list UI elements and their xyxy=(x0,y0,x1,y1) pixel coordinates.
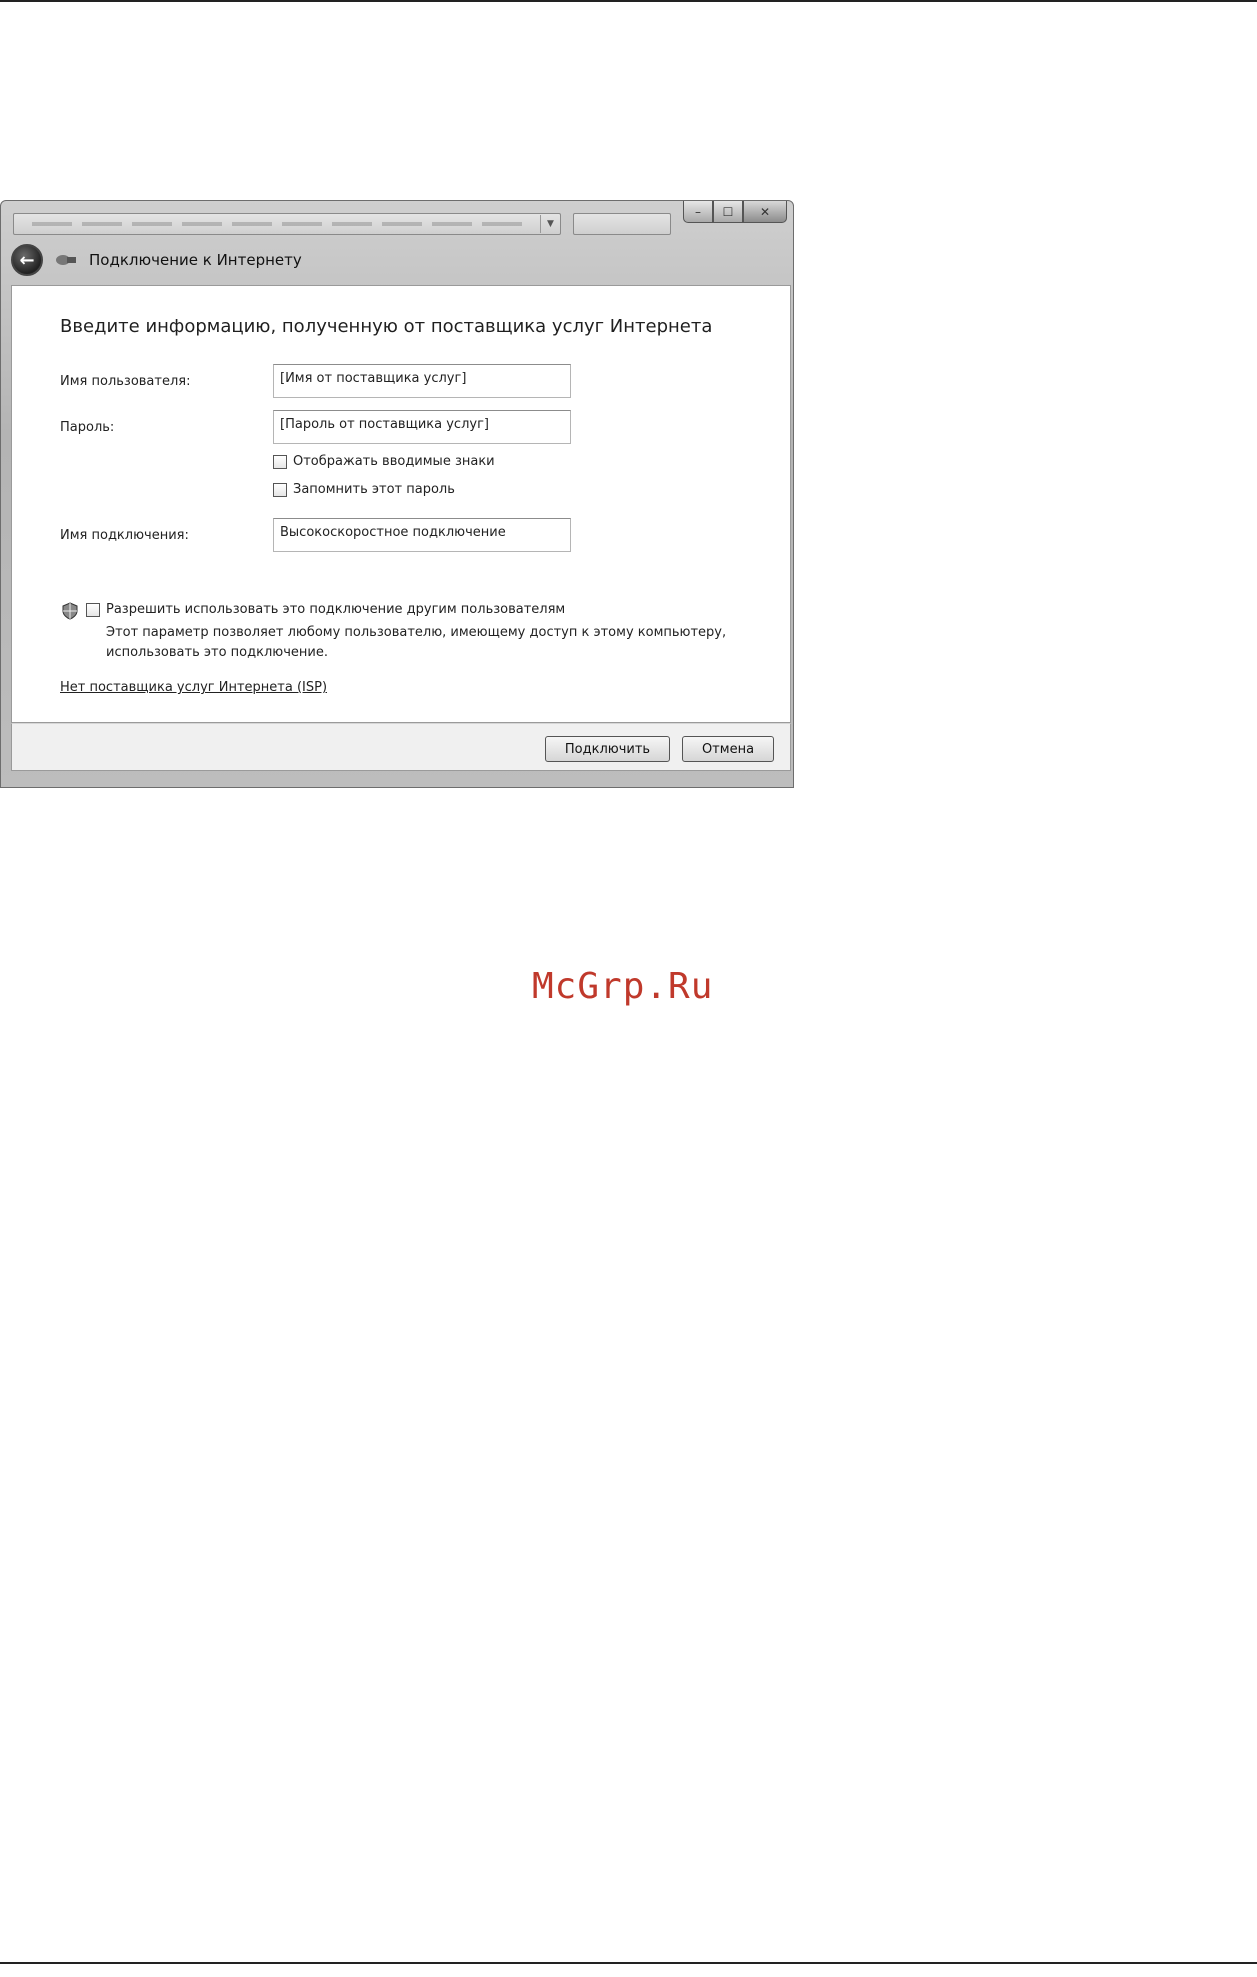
address-bar[interactable]: ▼ xyxy=(13,213,561,235)
username-label: Имя пользователя: xyxy=(60,374,191,389)
close-button[interactable]: ✕ xyxy=(743,201,787,223)
chevron-down-icon[interactable]: ▼ xyxy=(540,215,560,233)
remember-password-checkbox-row[interactable]: Запомнить этот пароль xyxy=(273,482,455,497)
remember-password-checkbox[interactable] xyxy=(273,482,287,497)
back-arrow-icon: ← xyxy=(19,249,35,271)
no-isp-link[interactable]: Нет поставщика услуг Интернета (ISP) xyxy=(60,680,327,695)
allow-others-text: Разрешить использовать это подключение д… xyxy=(106,602,746,663)
search-input[interactable] xyxy=(573,213,671,235)
username-field[interactable]: [Имя от поставщика услуг] xyxy=(273,364,571,398)
cancel-button[interactable]: Отмена xyxy=(682,736,774,762)
bottom-rule xyxy=(0,1962,1257,1964)
nav-row: ← Подключение к Интернету xyxy=(11,243,302,277)
show-chars-checkbox-row[interactable]: Отображать вводимые знаки xyxy=(273,454,495,469)
minimize-button[interactable]: – xyxy=(683,201,713,223)
top-rule xyxy=(0,0,1257,2)
maximize-icon: ☐ xyxy=(722,204,734,219)
address-breadcrumb xyxy=(32,222,522,226)
shield-icon xyxy=(62,602,78,620)
close-icon: ✕ xyxy=(759,204,771,219)
minimize-icon: – xyxy=(695,204,701,219)
password-label: Пароль: xyxy=(60,420,115,435)
network-icon xyxy=(55,253,77,267)
connection-name-field[interactable]: Высокоскоростное подключение xyxy=(273,518,571,552)
dialog-footer: Подключить Отмена xyxy=(11,723,791,771)
dialog-content: Введите информацию, полученную от постав… xyxy=(11,285,791,723)
allow-others-checkbox[interactable] xyxy=(86,603,100,617)
watermark-text: McGrp.Ru xyxy=(532,966,714,1007)
allow-others-row: Разрешить использовать это подключение д… xyxy=(62,602,746,663)
connect-button[interactable]: Подключить xyxy=(545,736,670,762)
back-button[interactable]: ← xyxy=(11,244,43,276)
window-title: Подключение к Интернету xyxy=(89,251,302,269)
connection-name-label: Имя подключения: xyxy=(60,528,189,543)
password-field[interactable]: [Пароль от поставщика услуг] xyxy=(273,410,571,444)
maximize-button[interactable]: ☐ xyxy=(713,201,743,223)
show-chars-label: Отображать вводимые знаки xyxy=(293,454,495,469)
allow-others-label: Разрешить использовать это подключение д… xyxy=(106,602,566,617)
show-chars-checkbox[interactable] xyxy=(273,454,287,469)
remember-password-label: Запомнить этот пароль xyxy=(293,482,455,497)
allow-others-description: Этот параметр позволяет любому пользоват… xyxy=(106,625,727,660)
connect-dialog-window: – ☐ ✕ ▼ ← Подключение к Интернету Введит… xyxy=(0,200,794,788)
window-controls: – ☐ ✕ xyxy=(683,201,787,223)
page-title: Введите информацию, полученную от постав… xyxy=(60,316,713,337)
